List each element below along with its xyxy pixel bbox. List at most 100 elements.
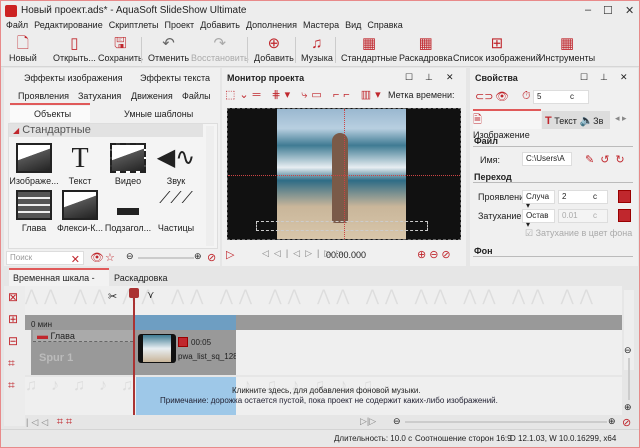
vzoom-out-icon[interactable]: ⊖: [624, 345, 632, 356]
menu-add[interactable]: Добавить: [200, 20, 240, 33]
zoom-in-icon[interactable]: ⊕: [194, 251, 202, 262]
menu-addons[interactable]: Дополнения: [246, 20, 297, 33]
vertical-zoom-slider[interactable]: [628, 358, 630, 400]
open-button[interactable]: ▯ Открыть...: [53, 35, 96, 63]
preview-canvas[interactable]: [227, 108, 461, 240]
menu-wizards[interactable]: Мастера: [303, 20, 339, 33]
playhead[interactable]: [133, 288, 135, 415]
window-title: Новый проект.ads* - AquaSoft SlideShow U…: [21, 5, 247, 16]
tab-scroll-arrows[interactable]: ◂ ▸: [615, 113, 627, 124]
transition-icon[interactable]: [178, 337, 188, 347]
tab-fade-ins[interactable]: Проявления: [18, 91, 69, 101]
tab-text[interactable]: T Текст 🔈Зв: [542, 111, 610, 129]
objects-scrollbar[interactable]: [206, 126, 214, 246]
timeline-nav-right[interactable]: ▷|▷: [360, 416, 376, 427]
float-icon[interactable]: ☐: [405, 72, 413, 83]
close-panel-icon[interactable]: ✕: [620, 72, 628, 83]
monitor-tools[interactable]: ⬚⌄═ ⋕▾ ⤷▭ ⌐⌐ ▥▾: [225, 88, 385, 102]
file-actions[interactable]: ✎↺↻: [585, 153, 631, 166]
image-clip[interactable]: 00:05 pwa_list_sq_1280: [136, 333, 236, 365]
hzoom-in-icon[interactable]: ⊕: [608, 416, 616, 427]
layout-standard-button[interactable]: ▦ Стандартные: [341, 35, 397, 63]
chapter-label[interactable]: ▬ Глава: [33, 330, 133, 342]
menu-scriptlets[interactable]: Скриптлеты: [109, 20, 159, 33]
play-icon[interactable]: ▷: [226, 248, 234, 261]
save-button[interactable]: 🖫 Сохранить: [98, 35, 143, 63]
section-header[interactable]: ◢ Стандартные: [9, 124, 203, 137]
timestamp-dropdown[interactable]: Метка времени:: [388, 90, 455, 100]
fade-out-duration[interactable]: 0.01 с: [558, 209, 608, 223]
close-button[interactable]: ✕: [625, 4, 634, 17]
object-particles[interactable]: ⟋⟋⟋ Частицы: [148, 190, 204, 233]
storyboard-icon: ▦: [418, 35, 433, 52]
float-icon[interactable]: ☐: [580, 72, 588, 83]
zoom-fit-icon[interactable]: ⊘: [622, 416, 631, 429]
layout-image-list-button[interactable]: ⊞ Список изображений: [453, 35, 541, 63]
tools-icon: ▦: [559, 35, 575, 52]
marker-icon[interactable]: ⋎: [147, 290, 154, 301]
pin-icon[interactable]: ⊥: [425, 72, 433, 83]
music-hint[interactable]: Кликните здесь, для добавления фоновой м…: [232, 386, 421, 395]
star-icon[interactable]: ☆: [105, 251, 115, 264]
transition-section: Переход: [474, 172, 512, 182]
tab-image-effects[interactable]: Эффекты изображения: [24, 73, 123, 83]
menu-view[interactable]: Вид: [345, 20, 361, 33]
eye-icon[interactable]: 👁: [90, 251, 104, 264]
image-icon: [16, 143, 52, 173]
close-panel-icon[interactable]: ✕: [446, 72, 454, 83]
add-button[interactable]: ⊕ Добавить: [254, 35, 294, 63]
fade-out-preset-button[interactable]: [618, 209, 631, 222]
menu-edit[interactable]: Редактирование: [34, 20, 103, 33]
fade-in-preset-button[interactable]: [618, 190, 631, 203]
music-button[interactable]: ♫ Музыка: [301, 35, 333, 63]
tab-text-effects[interactable]: Эффекты текста: [140, 73, 210, 83]
tab-image[interactable]: 🗎 Изображение: [473, 111, 541, 140]
playhead-handle[interactable]: [129, 288, 139, 298]
tab-fade-outs[interactable]: Затухания: [78, 91, 121, 101]
search-zoom-icon[interactable]: ⊘: [207, 251, 216, 264]
horizontal-zoom-slider[interactable]: [405, 421, 607, 423]
scissors-icon[interactable]: ✂: [108, 290, 117, 303]
link-icon[interactable]: ⊂⊃: [475, 90, 493, 103]
maximize-button[interactable]: ☐: [603, 4, 613, 17]
zoom-out-icon[interactable]: ⊖: [126, 251, 134, 262]
timer-icon[interactable]: ⏱: [522, 90, 531, 103]
layout-tools-button[interactable]: ▦ Инструменты: [539, 35, 595, 63]
tab-smart-templates[interactable]: Умные шаблоны: [124, 109, 193, 119]
fade-bg-checkbox[interactable]: ☑ Затухание в цвет фона: [525, 228, 632, 239]
subtitle-placeholder[interactable]: [256, 221, 428, 231]
search-input[interactable]: Поиск ✕: [6, 251, 84, 266]
time-ruler[interactable]: 0 мин: [25, 315, 622, 330]
eye-icon[interactable]: 👁: [495, 90, 509, 103]
menu-help[interactable]: Справка: [367, 20, 402, 33]
tab-files[interactable]: Файлы: [182, 91, 211, 101]
menu-file[interactable]: Файл: [6, 20, 28, 33]
menu-project[interactable]: Проект: [165, 20, 195, 33]
vzoom-in-icon[interactable]: ⊕: [624, 402, 632, 413]
timeline-nav-left[interactable]: |◁◁ ⌗⌗: [26, 416, 75, 429]
hzoom-out-icon[interactable]: ⊖: [393, 416, 401, 427]
status-bar: Длительность: 10.0 с Соотношение сторон …: [1, 429, 639, 447]
new-button[interactable]: 🗋 Новый: [9, 35, 37, 63]
fade-in-type-select[interactable]: Случа ▾: [522, 190, 555, 210]
minimize-button[interactable]: –: [585, 4, 591, 16]
fade-out-type-select[interactable]: Остав ▾: [522, 209, 555, 229]
undo-button[interactable]: ↶ Отменить: [148, 35, 189, 63]
layout-storyboard-button[interactable]: ▦ Раскадровка: [399, 35, 453, 63]
tab-motions[interactable]: Движения: [131, 91, 173, 101]
tab-objects[interactable]: Объекты: [34, 109, 71, 119]
tab-storyboard[interactable]: Раскадровка: [114, 273, 168, 283]
properties-panel: Свойства ☐ ⊥ ✕ ⊂⊃ 👁 ⏱ 5с 🗎 Изображение T…: [470, 68, 638, 266]
timeline-side-tools[interactable]: ⊠ ⊞ ⊟ ⌗ ⌗: [4, 286, 25, 426]
tab-timeline-tracks[interactable]: Временная шкала - дорожки: [9, 270, 109, 293]
fade-in-duration[interactable]: 2с: [558, 190, 608, 204]
object-sound[interactable]: ◀∿ Звук: [148, 143, 204, 186]
file-name-field[interactable]: C:\Users\A: [522, 152, 572, 166]
pin-icon[interactable]: ⊥: [600, 72, 608, 83]
duration-field[interactable]: 5с: [533, 90, 589, 104]
objects-panel: Эффекты изображения Эффекты текста Прояв…: [4, 68, 220, 266]
redo-button[interactable]: ↷ Восстановить: [191, 35, 249, 63]
zoom-controls[interactable]: ⊕⊖⊘: [417, 248, 454, 261]
icon-size-slider[interactable]: [138, 257, 194, 259]
clear-icon[interactable]: ✕: [71, 253, 80, 266]
